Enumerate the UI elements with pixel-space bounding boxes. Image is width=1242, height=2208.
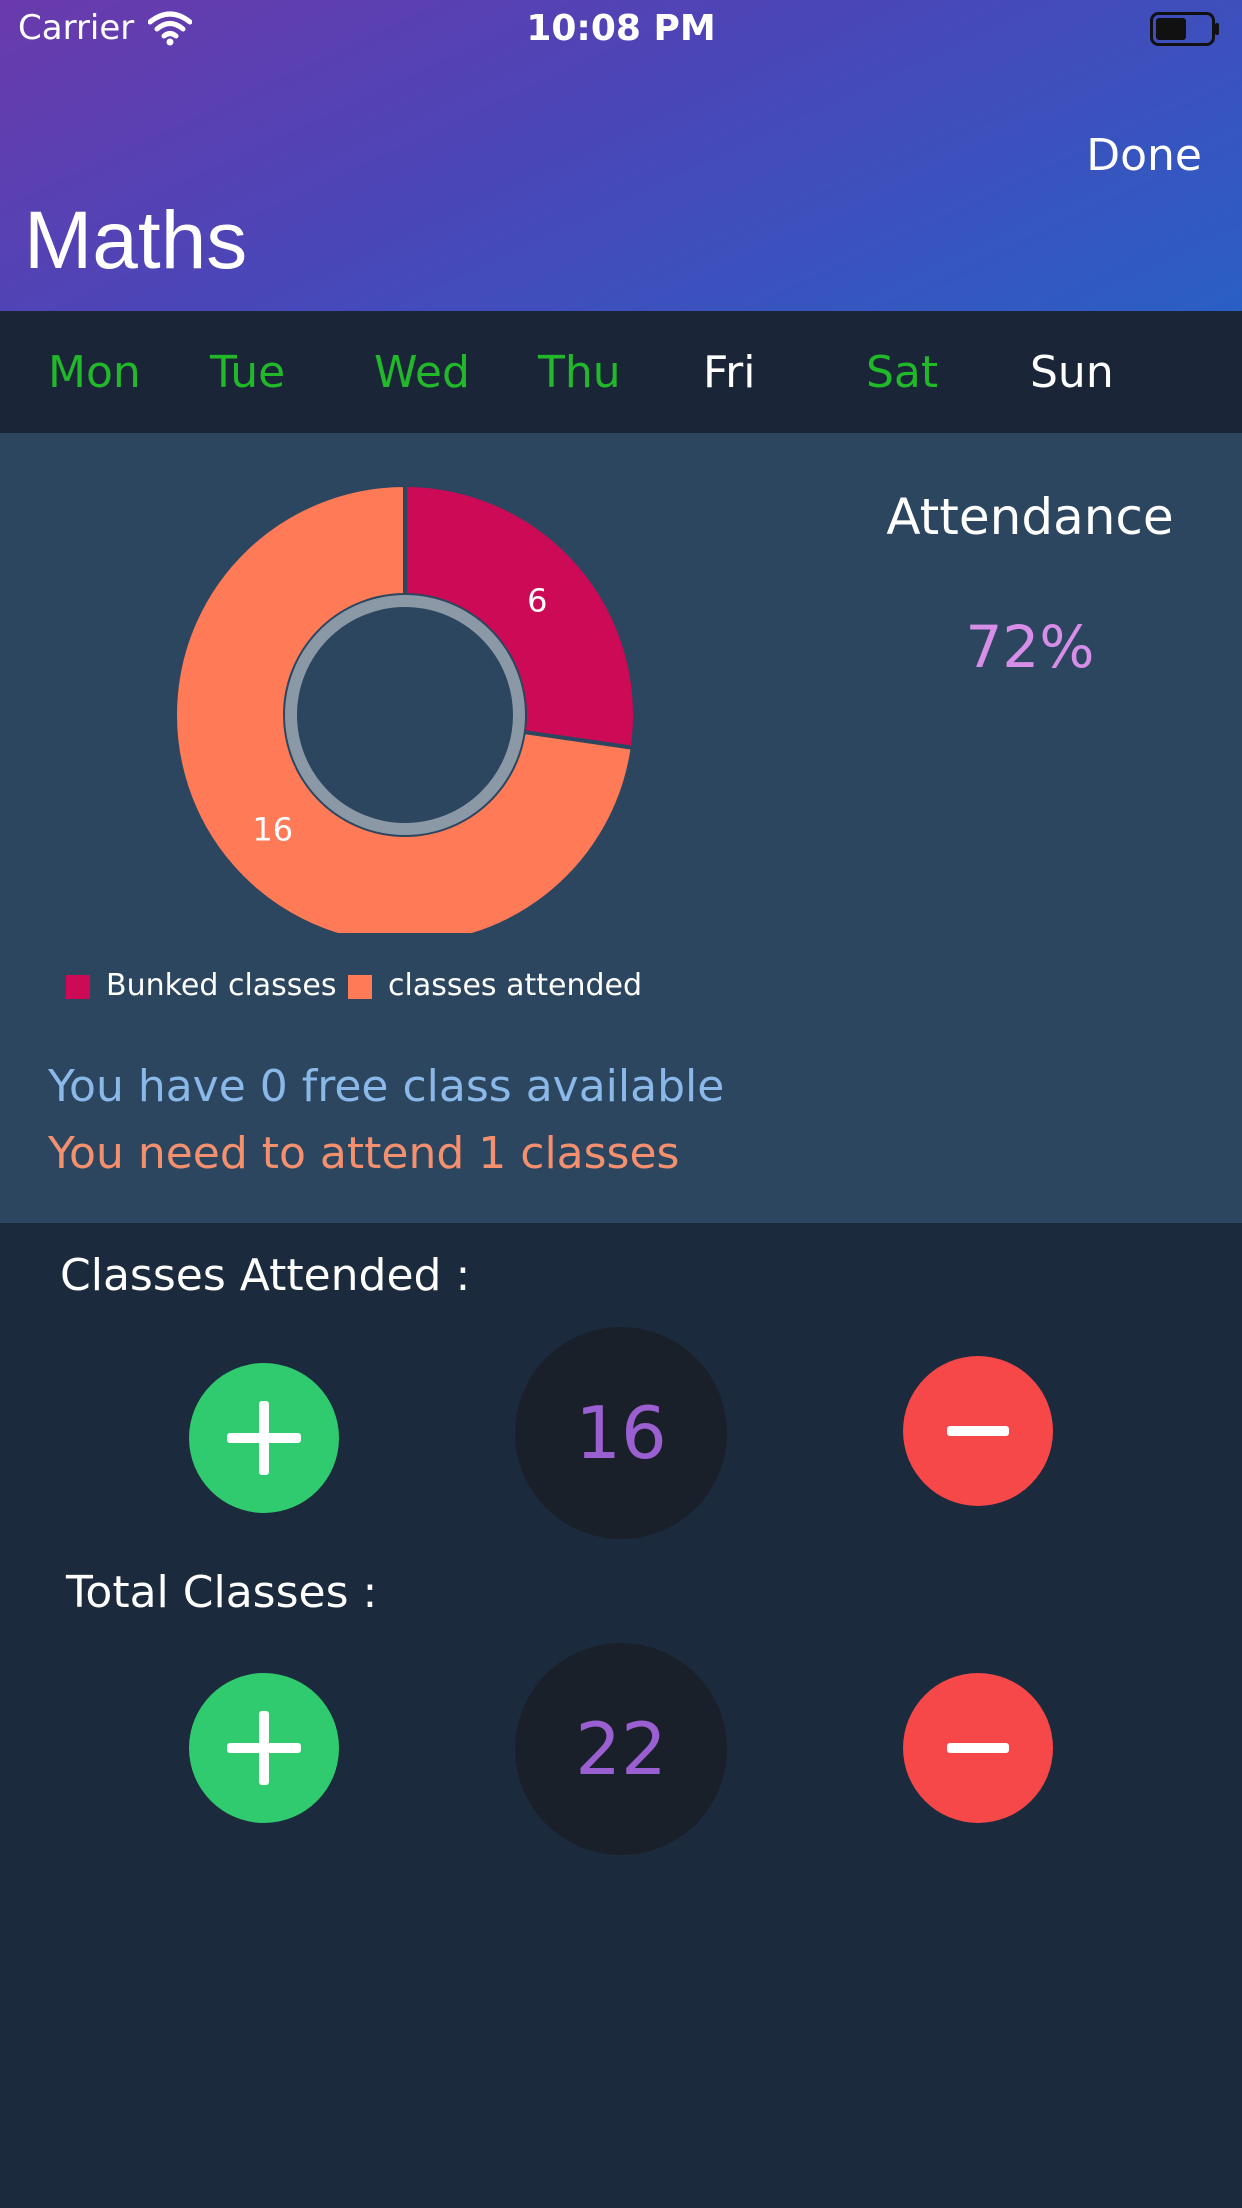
- free-class-message: You have 0 free class available: [48, 1061, 725, 1112]
- total-classes-plus-button[interactable]: plus-icon: [189, 1673, 339, 1823]
- donut-label-0: 6: [527, 581, 547, 619]
- done-button[interactable]: Done: [1086, 130, 1202, 181]
- header: Carrier 10:08 PM Done Maths: [0, 0, 1242, 311]
- day-sat[interactable]: Sat: [866, 347, 938, 398]
- donut-inner-ring: [285, 595, 525, 835]
- legend-label-attended: classes attended: [388, 968, 643, 1003]
- total-classes-minus-button[interactable]: minus-icon: [903, 1673, 1053, 1823]
- day-tue[interactable]: Tue: [210, 347, 285, 398]
- donut-label-1: 16: [252, 811, 293, 849]
- page-title: Maths: [24, 195, 248, 286]
- clock: 10:08 PM: [526, 8, 716, 49]
- total-classes-value: 22: [515, 1643, 727, 1855]
- legend-swatch-bunked: [66, 975, 90, 999]
- attendance-donut-chart: 6 16: [173, 482, 637, 933]
- attendance-percentage: 72%: [965, 613, 1095, 681]
- classes-attended-minus-button[interactable]: minus-icon: [903, 1356, 1053, 1506]
- battery-icon: [1150, 12, 1219, 46]
- classes-attended-label: Classes Attended :: [60, 1250, 471, 1301]
- day-thu[interactable]: Thu: [538, 347, 621, 398]
- classes-attended-plus-button[interactable]: plus-icon: [189, 1363, 339, 1513]
- classes-attended-value: 16: [515, 1327, 727, 1539]
- stats-panel: 6 16 Attendance 72% Bunked classes classe…: [0, 433, 1242, 1223]
- status-bar: Carrier 10:08 PM: [0, 0, 1242, 60]
- attend-needed-message: You need to attend 1 classes: [48, 1128, 680, 1179]
- day-fri[interactable]: Fri: [703, 347, 755, 398]
- day-selector: Mon Tue Wed Thu Fri Sat Sun: [0, 311, 1242, 433]
- attendance-label: Attendance: [886, 488, 1174, 546]
- legend-swatch-attended: [348, 975, 372, 999]
- legend-label-bunked: Bunked classes: [106, 968, 337, 1003]
- day-sun[interactable]: Sun: [1030, 347, 1114, 398]
- day-wed[interactable]: Wed: [374, 347, 470, 398]
- total-classes-label: Total Classes :: [66, 1567, 378, 1618]
- day-mon[interactable]: Mon: [48, 347, 141, 398]
